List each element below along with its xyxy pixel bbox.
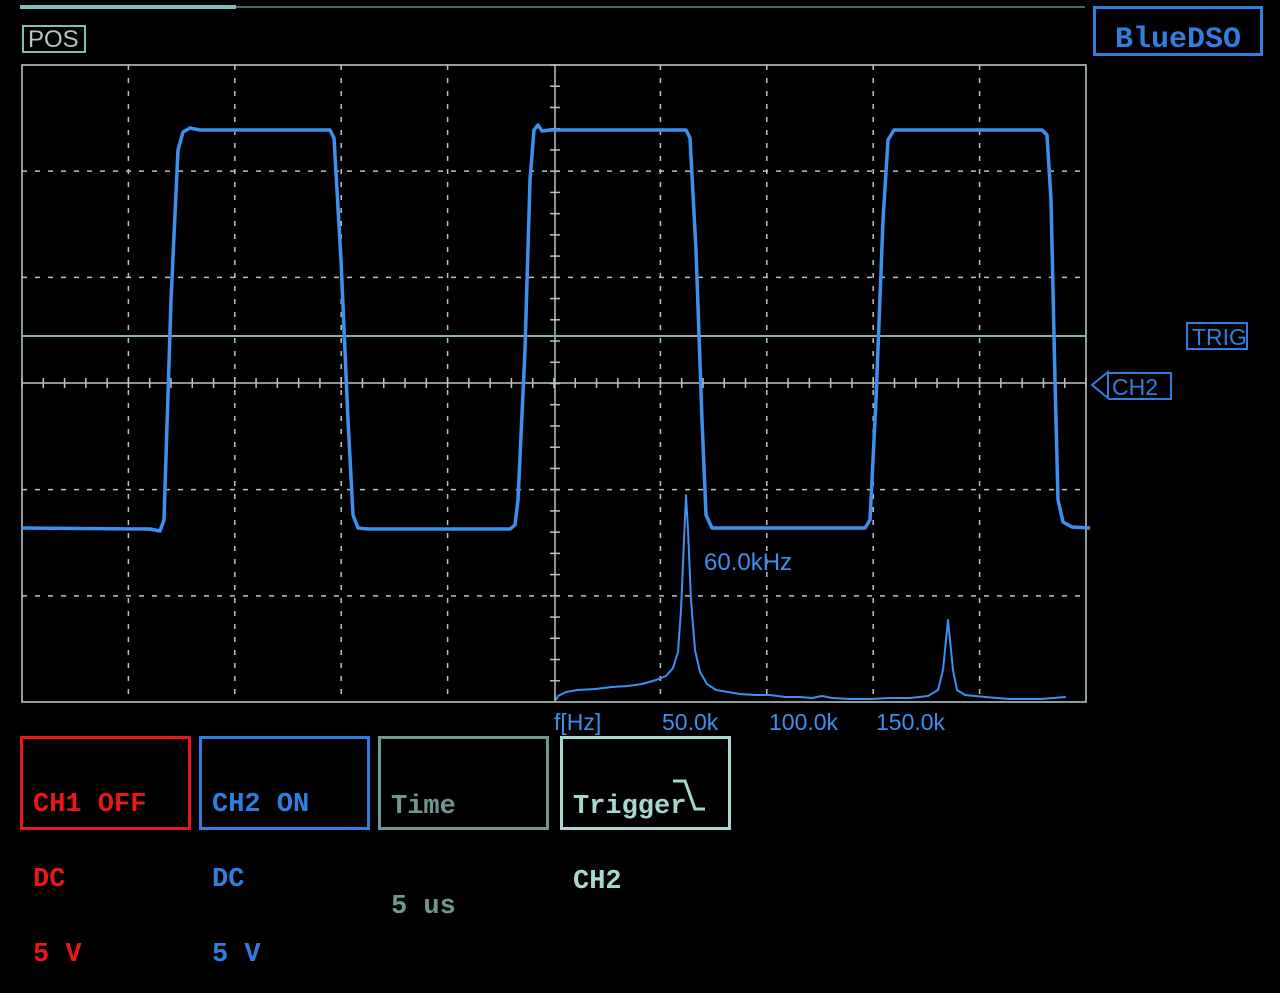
falling-edge-icon xyxy=(673,779,705,811)
trigger-settings-button[interactable]: Trigger CH2 xyxy=(560,736,731,896)
ch1-scale: 5 V xyxy=(33,940,82,970)
time-title: Time xyxy=(391,792,456,822)
graticule xyxy=(21,64,1087,703)
ch2-coupling: DC xyxy=(212,865,245,895)
fft-peak-label: 60.0kHz xyxy=(704,549,793,576)
brand-box: BlueDSO xyxy=(1093,6,1263,56)
ch2-scale: 5 V xyxy=(212,940,261,970)
brand-title: BlueDSO xyxy=(1115,23,1242,56)
fft-tick-100k: 100.0k xyxy=(769,709,839,735)
time-scale: 5 us xyxy=(391,892,456,922)
ch1-title: CH1 OFF xyxy=(33,790,147,820)
fft-tick-50k: 50.0k xyxy=(662,709,719,735)
time-settings-button[interactable]: Time 5 us xyxy=(378,736,549,921)
pos-label[interactable]: POS xyxy=(22,25,86,53)
fft-spectrum xyxy=(555,494,1067,701)
ch2-title: CH2 ON xyxy=(212,790,310,820)
fft-axis-unit: f[Hz] xyxy=(554,709,602,735)
fft-tick-150k: 150.0k xyxy=(876,709,946,735)
ch2-marker-label[interactable]: CH2 xyxy=(1108,372,1172,400)
ch2-waveform xyxy=(21,123,1091,533)
oscilloscope-screen xyxy=(20,5,1109,703)
ch1-settings-button[interactable]: CH1 OFF DC 5 V xyxy=(20,736,191,969)
ch1-coupling: DC xyxy=(33,865,66,895)
trigger-source: CH2 xyxy=(573,867,622,897)
left-triangle-icon[interactable] xyxy=(1090,369,1109,401)
ch2-settings-button[interactable]: CH2 ON DC 5 V xyxy=(199,736,370,969)
trig-label[interactable]: TRIG xyxy=(1186,322,1248,350)
